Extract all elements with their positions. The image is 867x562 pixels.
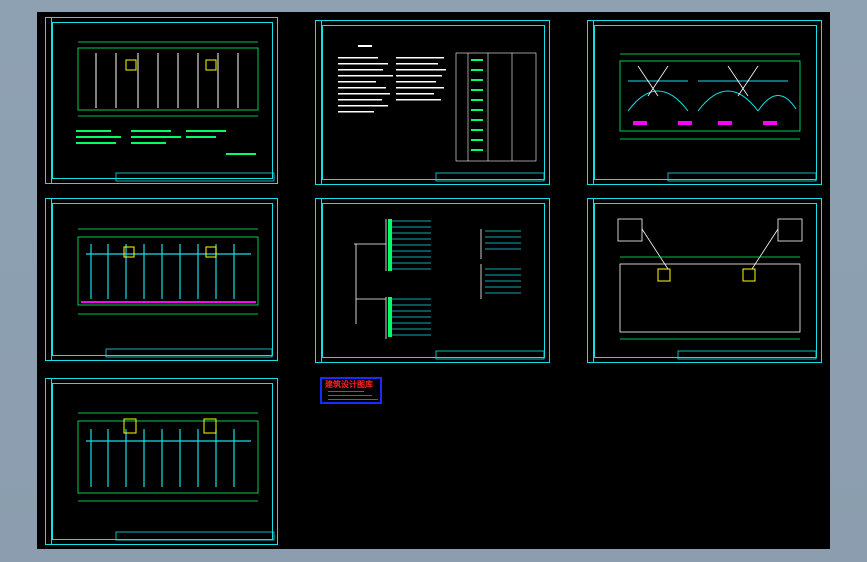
notes-and-legend-table [338, 45, 545, 182]
stamp-title: 建筑设计图库 [325, 380, 373, 389]
floor-plan-drawing [76, 41, 275, 182]
lighting-plan-drawing [619, 53, 817, 182]
sheet-power-plan[interactable] [45, 198, 278, 361]
watermark-stamp: 建筑设计图库 [320, 377, 382, 404]
roof-plan-drawing [617, 218, 817, 360]
stamp-line [328, 391, 364, 392]
floor-plan-drawing [77, 412, 275, 541]
sheet-system-diagram[interactable] [315, 198, 550, 363]
sheet-lighting-plan[interactable] [587, 20, 822, 185]
sheet-floor-plan-2[interactable] [45, 378, 278, 545]
sheet-floor-plan-1[interactable] [45, 17, 278, 184]
distribution-system-diagram [354, 219, 545, 360]
sheet-roof-plan[interactable] [587, 198, 822, 363]
power-plan-drawing [77, 228, 273, 358]
stamp-line [328, 395, 372, 396]
cad-drawing-viewport[interactable]: 建筑设计图库 [37, 12, 830, 549]
sheet-design-notes[interactable] [315, 20, 550, 185]
stamp-line [328, 399, 378, 400]
